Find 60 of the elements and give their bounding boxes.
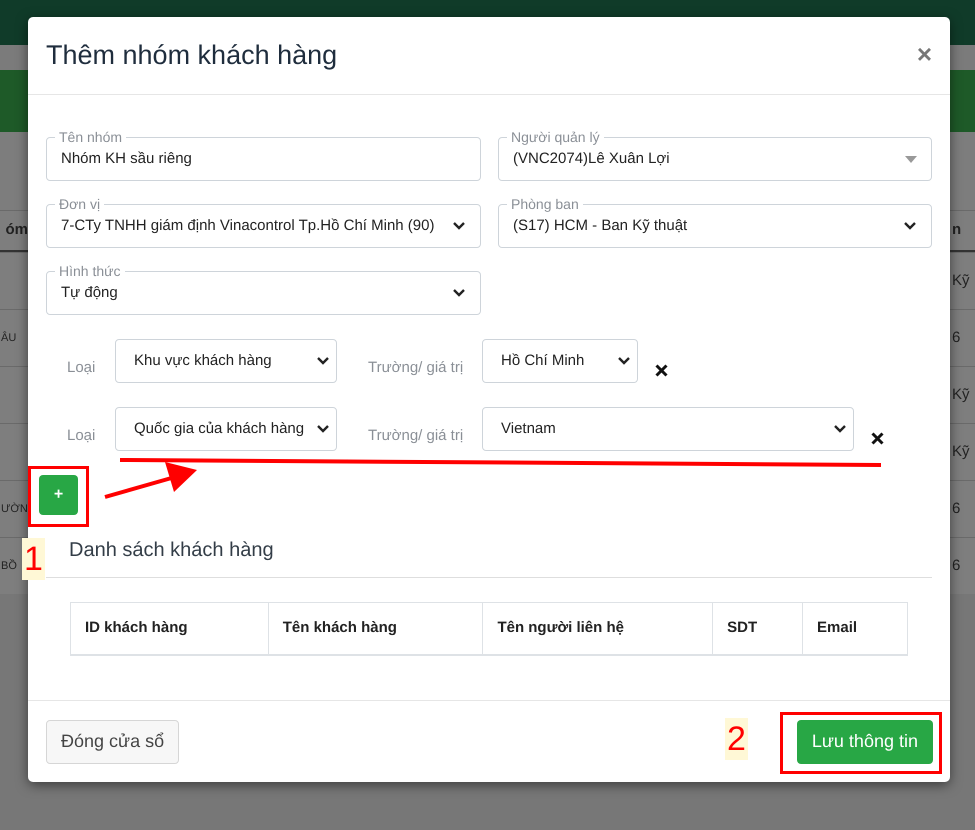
modal-title: Thêm nhóm khách hàng [46, 39, 338, 72]
field-label: Hình thức [58, 263, 122, 279]
field-label: Tên nhóm [58, 129, 124, 145]
table-cell: 6 [952, 328, 960, 346]
highlight-box [28, 466, 89, 527]
column-header: SDT [712, 602, 803, 654]
table-cell: 6 [952, 500, 960, 517]
table-cell-text: BỒ [1, 558, 17, 574]
select-field[interactable]: Khu vực khách hàng [115, 339, 337, 383]
table-cell-text: ÂU [1, 330, 16, 346]
chevron-down-icon [617, 356, 631, 366]
select-field[interactable]: Phòng ban (S17) HCM - Ban Kỹ thuật [498, 196, 932, 248]
select-value: Quốc gia của khách hàng [134, 418, 304, 439]
filter-label: Loại [66, 358, 96, 378]
select-field[interactable]: Hình thức Tự động [46, 263, 481, 315]
field-label: Phòng ban [510, 196, 580, 212]
chevron-down-icon [833, 424, 847, 434]
select-value: (S17) HCM - Ban Kỹ thuật [513, 216, 688, 236]
column-header: n [952, 221, 962, 238]
column-header: ID khách hàng [70, 602, 268, 654]
caret-down-icon [905, 156, 917, 162]
dropdown[interactable]: Người quản lý (VNC2074)Lê Xuân Lợi [498, 129, 932, 181]
select-field[interactable]: Quốc gia của khách hàng [115, 407, 337, 451]
chevron-down-icon [316, 424, 330, 434]
section-heading: Danh sách khách hàng [69, 538, 275, 563]
select-value: (VNC2074)Lê Xuân Lợi [513, 148, 670, 169]
field-value[interactable]: Nhóm KH sầu riêng [61, 148, 466, 170]
field-label: Đơn vị [58, 196, 102, 212]
column-header: Tên khách hàng [268, 602, 483, 654]
table-cell: Kỹ [952, 386, 970, 403]
select-value: 7-CTy TNHH giám định Vinacontrol Tp.Hồ Chí Minh (90) [61, 216, 434, 236]
chevron-down-icon [452, 221, 466, 231]
table-cell: Kỹ [952, 442, 970, 460]
select-field[interactable]: Vietnam [482, 407, 854, 451]
close-button[interactable]: × [916, 40, 932, 70]
filter-label: Trường/ giá trị [367, 426, 464, 446]
step-number: 2 [725, 718, 748, 760]
step-number: 1 [22, 538, 45, 580]
chevron-down-icon [452, 288, 466, 298]
table-cell: Kỹ [952, 272, 970, 289]
remove-icon[interactable] [871, 432, 884, 444]
column-header: Email [802, 602, 908, 654]
field-label: Người quản lý [510, 129, 601, 145]
table-cell-text: ƯỜN [1, 502, 28, 517]
select-field[interactable]: Đơn vị 7-CTy TNHH giám định Vinacontrol Tp.Hồ Chí Minh (90) [46, 196, 481, 248]
filter-label: Loại [66, 426, 96, 446]
chevron-down-icon [316, 356, 330, 366]
remove-icon[interactable] [655, 364, 668, 376]
column-header: óm [6, 220, 28, 240]
select-value: Tự động [61, 282, 118, 303]
chevron-down-icon [903, 221, 917, 231]
close-window-button[interactable]: Đóng cửa sổ [46, 720, 180, 764]
select-value: Hồ Chí Minh [501, 350, 584, 371]
column-header: Tên người liên hệ [482, 602, 713, 654]
table-cell: 6 [952, 556, 960, 574]
filter-label: Trường/ giá trị [367, 358, 464, 378]
select-value: Khu vực khách hàng [134, 350, 272, 371]
select-value: Vietnam [501, 418, 556, 439]
text-field[interactable]: Tên nhóm Nhóm KH sầu riêng [46, 129, 481, 181]
select-field[interactable]: Hồ Chí Minh [482, 339, 638, 383]
